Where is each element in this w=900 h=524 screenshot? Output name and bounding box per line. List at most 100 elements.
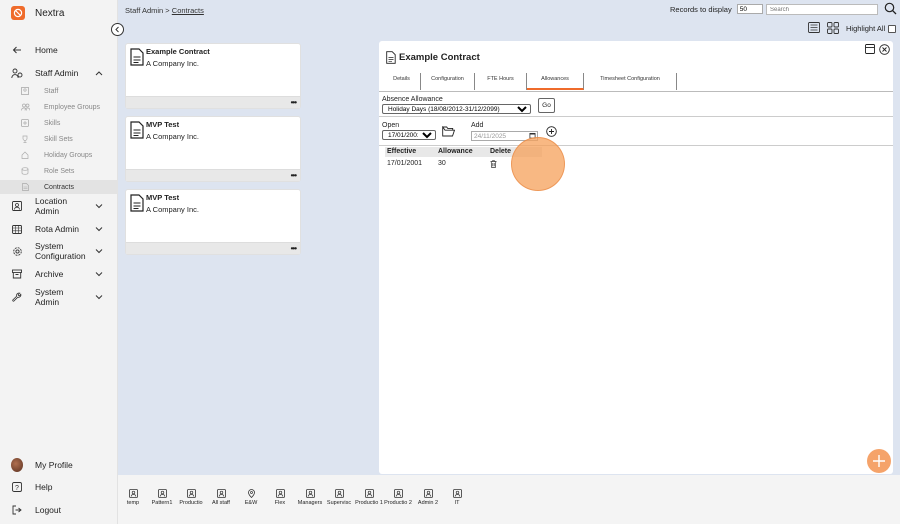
quick-filter-productio[interactable]: Productio <box>176 489 206 506</box>
window-icon[interactable] <box>865 44 875 54</box>
quick-filter-productio-1[interactable]: Productio 1 <box>354 489 384 506</box>
nav-my-profile[interactable]: My Profile <box>0 458 118 472</box>
person-card-icon <box>334 489 344 498</box>
chevron-up-icon[interactable] <box>94 68 104 78</box>
add-label: Add <box>471 122 484 129</box>
group-icon <box>20 102 30 112</box>
nav-logout-label: Logout <box>35 505 61 515</box>
folder-open-icon[interactable] <box>442 125 456 138</box>
list-view-icon[interactable] <box>808 22 820 34</box>
contract-card[interactable]: MVP Test A Company Inc. ••• <box>125 116 301 182</box>
quick-filter-managers[interactable]: Managers <box>295 489 325 506</box>
absence-allowance-select[interactable]: Holiday Days (18/08/2012-31/12/2099) <box>382 104 531 114</box>
contract-card[interactable]: MVP Test A Company Inc. ••• <box>125 189 301 255</box>
add-fab-button[interactable] <box>867 449 891 473</box>
quick-filter-it[interactable]: IT <box>442 489 472 506</box>
more-options-icon[interactable]: ••• <box>291 98 297 107</box>
absence-allowance-label: Absence Allowance <box>382 96 443 103</box>
tab-timesheet-configuration[interactable]: Timesheet Configuration <box>584 73 677 90</box>
sidebar-item-employee-groups[interactable]: Employee Groups <box>0 100 118 114</box>
quick-filter-all-staff[interactable]: All staff <box>206 489 236 506</box>
sidebar-item-skill-sets[interactable]: Skill Sets <box>0 132 118 146</box>
nav-rota-admin[interactable]: Rota Admin <box>0 223 118 235</box>
quick-filter-admin-2[interactable]: Admin 2 <box>413 489 443 506</box>
quick-filter-supervisc[interactable]: Supervisc <box>324 489 354 506</box>
records-to-display: Records to display <box>670 4 763 14</box>
breadcrumb-current[interactable]: Contracts <box>172 6 204 15</box>
column-header-allowance[interactable]: Allowance <box>438 148 473 155</box>
nav-help[interactable]: ? Help <box>0 481 118 493</box>
quick-filter-pattern1[interactable]: Pattern1 <box>147 489 177 506</box>
more-options-icon[interactable]: ••• <box>291 171 297 180</box>
tab-allowances[interactable]: Allowances <box>527 73 584 90</box>
grid-view-icon[interactable] <box>827 22 839 34</box>
add-circle-icon[interactable] <box>546 126 557 137</box>
tab-label: FTE Hours <box>487 76 514 82</box>
card-footer: ••• <box>126 169 300 181</box>
nav-help-label: Help <box>35 482 53 492</box>
sidebar-item-holiday-groups[interactable]: Holiday Groups <box>0 148 118 162</box>
tab-fte-hours[interactable]: FTE Hours <box>475 73 527 90</box>
open-label: Open <box>382 122 400 129</box>
plus-icon <box>873 455 885 467</box>
breadcrumb: Staff Admin > Contracts <box>125 6 204 15</box>
nav-rota-admin-label: Rota Admin <box>35 224 79 234</box>
chevron-down-icon[interactable] <box>94 292 104 302</box>
chevron-down-icon[interactable] <box>94 269 104 279</box>
quick-filter-flex[interactable]: Flex <box>265 489 295 506</box>
breadcrumb-root: Staff Admin <box>125 6 164 15</box>
highlight-all-checkbox[interactable] <box>888 24 897 33</box>
nav-logout[interactable]: Logout <box>0 504 118 516</box>
nav-home[interactable]: Home <box>0 44 118 56</box>
person-card-icon <box>128 489 138 498</box>
nav-my-profile-label: My Profile <box>35 460 73 470</box>
sidebar-item-role-sets[interactable]: Role Sets <box>0 164 118 178</box>
tab-details[interactable]: Details <box>383 73 421 90</box>
sidebar-item-staff[interactable]: Staff <box>0 84 118 98</box>
quick-filter-label: IT <box>454 500 460 506</box>
nav-staff-admin[interactable]: Staff Admin <box>0 66 118 80</box>
arrow-left-icon <box>11 44 23 56</box>
calendar-icon <box>11 223 23 235</box>
nav-location-admin[interactable]: Location Admin <box>0 196 118 216</box>
nav-system-configuration[interactable]: System Configuration <box>0 241 118 261</box>
tab-bar: Details Configuration FTE Hours Allowanc… <box>383 73 677 90</box>
location-pin-icon <box>247 489 255 498</box>
contract-card[interactable]: Example Contract A Company Inc. ••• <box>125 43 301 109</box>
search-icon[interactable] <box>884 2 898 16</box>
records-label: Records to display <box>670 4 732 14</box>
sidebar-item-label: Employee Groups <box>44 103 101 111</box>
document-icon <box>130 48 144 66</box>
chevron-down-icon[interactable] <box>94 224 104 234</box>
column-header-effective[interactable]: Effective <box>387 148 416 155</box>
chevron-down-icon[interactable] <box>94 246 104 256</box>
tab-configuration[interactable]: Configuration <box>421 73 475 90</box>
records-input[interactable] <box>736 4 763 14</box>
nav-system-admin[interactable]: System Admin <box>0 287 118 307</box>
more-options-icon[interactable]: ••• <box>291 244 297 253</box>
go-button[interactable]: Go <box>538 98 555 113</box>
avatar <box>11 458 23 472</box>
search-input[interactable] <box>766 4 878 15</box>
cursor-highlight <box>511 137 565 191</box>
quick-filter-e-and-w[interactable]: E&W <box>236 489 266 506</box>
quick-filter-productio-2[interactable]: Productio 2 <box>383 489 413 506</box>
card-company: A Company Inc. <box>146 205 199 214</box>
highlight-all-toggle[interactable]: Highlight All <box>846 24 897 33</box>
open-date-select[interactable]: 17/01/2001 <box>382 130 436 140</box>
document-icon <box>130 121 144 139</box>
cell-allowance: 30 <box>438 160 446 167</box>
close-icon[interactable] <box>879 44 890 55</box>
chevron-down-icon[interactable] <box>94 201 104 211</box>
sidebar-item-skills[interactable]: Skills <box>0 116 118 130</box>
nav-system-configuration-label: System Configuration <box>35 241 86 261</box>
quick-filter-temp[interactable]: temp <box>118 489 148 506</box>
sidebar-item-label: Contracts <box>44 183 74 191</box>
app-logo[interactable]: Nextra <box>11 6 64 20</box>
sidebar-item-contracts[interactable]: Contracts <box>0 180 118 194</box>
nav-archive[interactable]: Archive <box>0 268 118 280</box>
role-icon <box>20 166 30 176</box>
person-card-icon <box>364 489 374 498</box>
trash-icon[interactable] <box>490 160 497 170</box>
collapse-sidebar-button[interactable] <box>111 23 124 36</box>
